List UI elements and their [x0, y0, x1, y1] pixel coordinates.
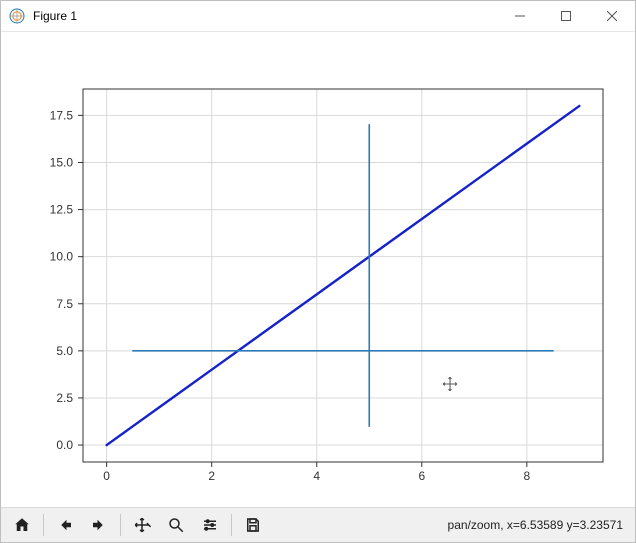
- svg-text:0: 0: [103, 469, 110, 483]
- sliders-icon: [201, 516, 219, 534]
- zoom-button[interactable]: [161, 510, 191, 540]
- svg-text:5.0: 5.0: [56, 344, 73, 358]
- minimize-button[interactable]: [497, 1, 543, 31]
- matplotlib-icon: [9, 8, 25, 24]
- toolbar-separator: [43, 514, 44, 536]
- figure-window: Figure 1 0 2 4 6 8 0.0 2.5 5.0 7.5 10.0 12.5 15.0 17…: [0, 0, 636, 543]
- plot-svg: 0 2 4 6 8 0.0 2.5 5.0 7.5 10.0 12.5 15.0 17.5: [1, 32, 635, 509]
- move-icon: [133, 516, 151, 534]
- svg-text:4: 4: [313, 469, 320, 483]
- arrow-right-icon: [90, 516, 108, 534]
- svg-text:2.5: 2.5: [56, 391, 73, 405]
- back-button[interactable]: [50, 510, 80, 540]
- cursor-status: pan/zoom, x=6.53589 y=3.23571: [448, 518, 629, 532]
- nav-toolbar: pan/zoom, x=6.53589 y=3.23571: [1, 507, 635, 542]
- svg-text:12.5: 12.5: [50, 203, 74, 217]
- forward-button[interactable]: [84, 510, 114, 540]
- svg-text:17.5: 17.5: [50, 108, 74, 122]
- close-icon: [607, 11, 617, 21]
- maximize-button[interactable]: [543, 1, 589, 31]
- svg-text:8: 8: [523, 469, 530, 483]
- toolbar-separator: [120, 514, 121, 536]
- magnifier-icon: [167, 516, 185, 534]
- svg-text:2: 2: [208, 469, 215, 483]
- arrow-left-icon: [56, 516, 74, 534]
- save-icon: [244, 516, 262, 534]
- svg-text:10.0: 10.0: [50, 250, 74, 264]
- window-title: Figure 1: [33, 9, 77, 23]
- home-button[interactable]: [7, 510, 37, 540]
- home-icon: [13, 516, 31, 534]
- close-button[interactable]: [589, 1, 635, 31]
- svg-text:6: 6: [418, 469, 425, 483]
- plot-canvas[interactable]: 0 2 4 6 8 0.0 2.5 5.0 7.5 10.0 12.5 15.0 17.5: [1, 32, 635, 507]
- save-button[interactable]: [238, 510, 268, 540]
- maximize-icon: [561, 11, 571, 21]
- minimize-icon: [515, 11, 525, 21]
- svg-text:7.5: 7.5: [56, 297, 73, 311]
- pan-button[interactable]: [127, 510, 157, 540]
- toolbar-separator: [231, 514, 232, 536]
- subplots-button[interactable]: [195, 510, 225, 540]
- svg-text:15.0: 15.0: [50, 155, 74, 169]
- titlebar[interactable]: Figure 1: [1, 1, 635, 32]
- svg-text:0.0: 0.0: [56, 438, 73, 452]
